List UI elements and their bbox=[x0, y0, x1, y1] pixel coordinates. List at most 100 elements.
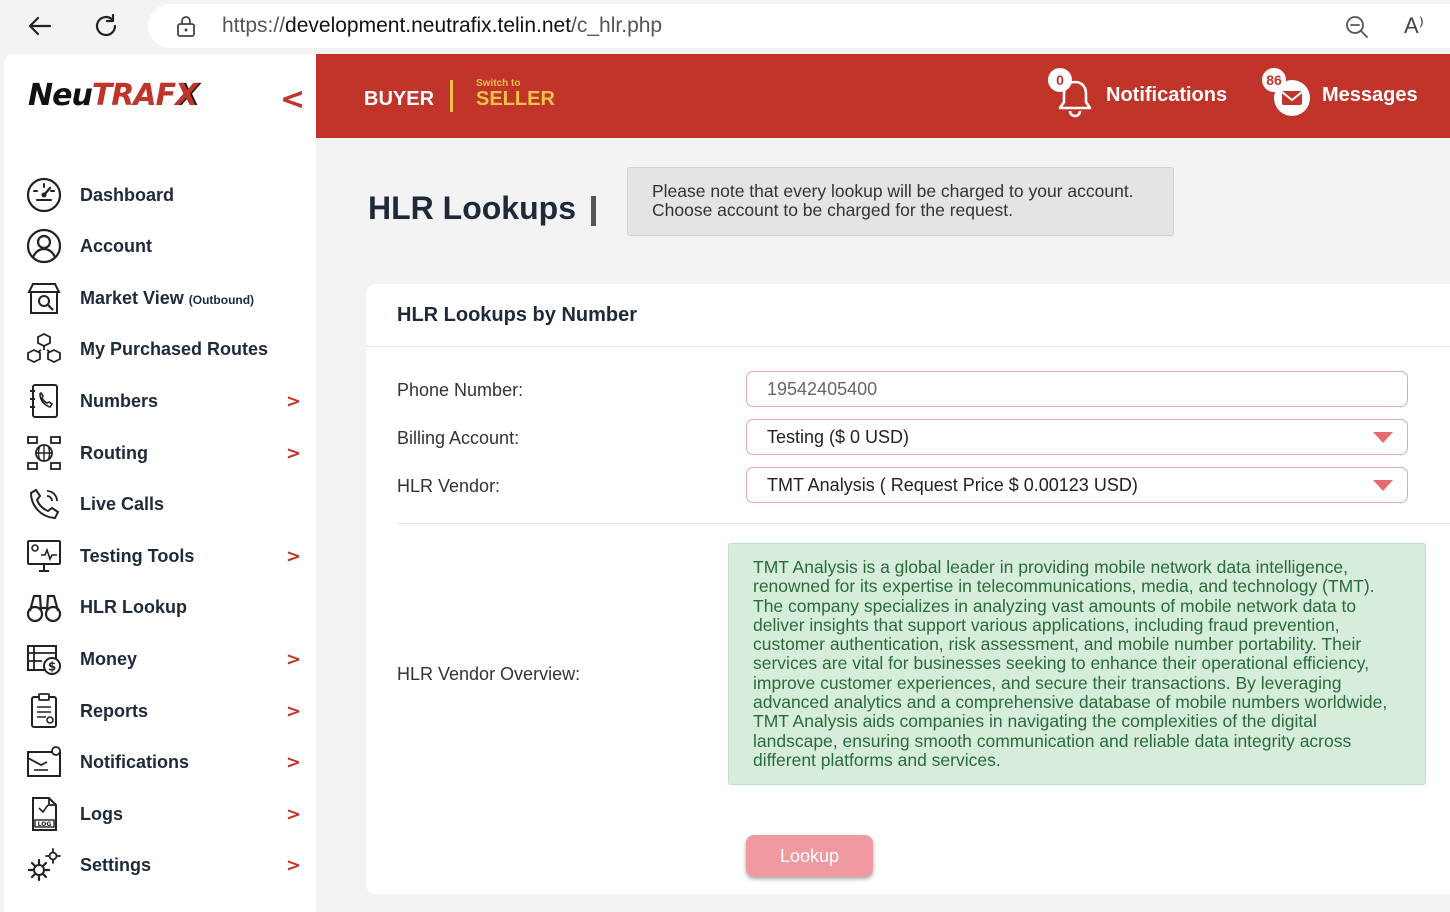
gauge-icon bbox=[24, 175, 64, 215]
form-divider bbox=[397, 523, 1450, 524]
messages-label: Messages bbox=[1322, 84, 1418, 106]
user-icon bbox=[24, 226, 64, 266]
switch-to-seller-button[interactable]: SELLER bbox=[476, 88, 555, 111]
hlr-vendor-select[interactable]: TMT Analysis ( Request Price $ 0.00123 U… bbox=[746, 467, 1408, 503]
caret-down-icon bbox=[1373, 480, 1393, 491]
hlr-vendor-overview-label: HLR Vendor Overview: bbox=[397, 664, 581, 684]
hlr-vendor-overview: TMT Analysis is a global leader in provi… bbox=[728, 543, 1426, 785]
binoculars-icon bbox=[24, 587, 64, 627]
hlr-vendor-value: TMT Analysis ( Request Price $ 0.00123 U… bbox=[767, 474, 1138, 495]
title-separator bbox=[591, 196, 596, 226]
sidebar-item-account[interactable]: Account bbox=[4, 223, 316, 269]
sidebar-item-label: HLR Lookup bbox=[80, 596, 187, 617]
reload-button[interactable] bbox=[88, 8, 124, 44]
sidebar-item-label: Settings bbox=[80, 854, 152, 875]
phone-number-placeholder: 19542405400 bbox=[767, 378, 878, 399]
sidebar-item-testing-tools[interactable]: Testing Tools > bbox=[4, 533, 316, 579]
sidebar-item-label: Testing Tools bbox=[80, 545, 195, 566]
address-bar[interactable]: https://development.neutrafix.telin.net/… bbox=[148, 4, 1450, 48]
sidebar-item-label: Dashboard bbox=[80, 184, 175, 205]
lock-icon bbox=[177, 16, 195, 37]
sidebar-item-reports[interactable]: Reports > bbox=[4, 688, 316, 734]
charge-notice: Please note that every lookup will be ch… bbox=[627, 167, 1174, 236]
hlr-vendor-label: HLR Vendor: bbox=[397, 476, 501, 496]
notifications-label: Notifications bbox=[1106, 84, 1228, 106]
sidebar-item-settings[interactable]: Settings > bbox=[4, 842, 316, 888]
mail-notification-icon bbox=[24, 742, 64, 782]
sidebar-item-label: Money bbox=[80, 648, 138, 669]
sidebar-collapse-button[interactable]: < bbox=[280, 82, 305, 117]
sidebar-item-label: Account bbox=[80, 235, 152, 256]
clipboard-icon bbox=[24, 691, 64, 731]
chevron-right-icon: > bbox=[286, 854, 302, 876]
sidebar-item-hlr-lookup[interactable]: HLR Lookup bbox=[4, 584, 316, 630]
phone-number-input[interactable]: 19542405400 bbox=[746, 371, 1408, 407]
charge-notice-line-1: Please note that every lookup will be ch… bbox=[652, 181, 1134, 201]
gears-icon bbox=[24, 845, 64, 885]
svg-text:$: $ bbox=[48, 660, 56, 674]
sidebar-item-label: Notifications bbox=[80, 751, 190, 772]
sidebar: NeuTRAFX < Dashboard Account Market View… bbox=[4, 54, 316, 912]
chevron-right-icon: > bbox=[286, 442, 302, 464]
sidebar-item-sublabel: (Outbound) bbox=[188, 292, 255, 307]
buyer-mode-label: BUYER bbox=[364, 88, 435, 110]
svg-text:LOG: LOG bbox=[38, 821, 52, 828]
logo: NeuTRAFX bbox=[28, 78, 198, 113]
reload-icon bbox=[95, 13, 117, 37]
phonebook-icon bbox=[24, 381, 64, 421]
mode-divider bbox=[450, 80, 453, 112]
sidebar-item-label: Routing bbox=[80, 442, 148, 463]
sidebar-item-logs[interactable]: LOG Logs > bbox=[4, 791, 316, 837]
sidebar-item-purchased-routes[interactable]: My Purchased Routes bbox=[4, 326, 316, 372]
messages-count-badge: 86 bbox=[1262, 68, 1286, 92]
card-divider bbox=[366, 346, 1450, 347]
storefront-icon bbox=[24, 278, 64, 318]
log-file-icon: LOG bbox=[24, 794, 64, 834]
sidebar-item-live-calls[interactable]: Live Calls bbox=[4, 481, 316, 527]
chevron-right-icon: > bbox=[286, 648, 302, 670]
chevron-right-icon: > bbox=[286, 390, 302, 412]
chevron-right-icon: > bbox=[286, 803, 302, 825]
money-icon: $ bbox=[24, 639, 64, 679]
billing-account-value: Testing ($ 0 USD) bbox=[767, 426, 910, 447]
sidebar-item-label: Logs bbox=[80, 803, 123, 824]
sidebar-item-label: Numbers bbox=[80, 390, 159, 411]
url-domain: development.neutrafix.telin.net bbox=[285, 14, 572, 37]
billing-account-select[interactable]: Testing ($ 0 USD) bbox=[746, 419, 1408, 455]
phone-call-icon bbox=[24, 484, 64, 524]
sidebar-item-dashboard[interactable]: Dashboard bbox=[4, 172, 316, 218]
notifications-count-badge: 0 bbox=[1048, 68, 1072, 92]
sidebar-item-routing[interactable]: Routing > bbox=[4, 430, 316, 476]
card-title: HLR Lookups by Number bbox=[397, 304, 638, 326]
sidebar-item-money[interactable]: $ Money > bbox=[4, 636, 316, 682]
caret-down-icon bbox=[1373, 432, 1393, 443]
monitor-pulse-icon bbox=[24, 536, 64, 576]
url-prefix: https:// bbox=[222, 14, 286, 37]
sidebar-item-label: Live Calls bbox=[80, 493, 165, 514]
phone-number-label: Phone Number: bbox=[397, 380, 524, 400]
back-button[interactable] bbox=[22, 8, 58, 44]
sidebar-item-numbers[interactable]: Numbers > bbox=[4, 378, 316, 424]
back-arrow-icon bbox=[28, 16, 52, 36]
chevron-right-icon: > bbox=[286, 751, 302, 773]
read-aloud-icon[interactable]: A⁾ bbox=[1404, 13, 1424, 39]
charge-notice-line-2: Choose account to be charged for the req… bbox=[652, 200, 1013, 220]
zoom-icon[interactable] bbox=[1344, 14, 1370, 40]
url-path: /c_hlr.php bbox=[571, 14, 663, 37]
network-globe-icon bbox=[24, 433, 64, 473]
sidebar-item-label: Reports bbox=[80, 700, 149, 721]
sidebar-item-notifications[interactable]: Notifications > bbox=[4, 739, 316, 785]
chevron-right-icon: > bbox=[286, 700, 302, 722]
lookup-button[interactable]: Lookup bbox=[746, 835, 873, 877]
sidebar-item-market-view[interactable]: Market View (Outbound) bbox=[4, 275, 316, 321]
url-text[interactable]: https://development.neutrafix.telin.net/… bbox=[222, 14, 662, 38]
sidebar-item-label: My Purchased Routes bbox=[80, 338, 269, 359]
top-header: BUYER Switch to SELLER 0 Notifications 8… bbox=[316, 54, 1450, 138]
billing-account-label: Billing Account: bbox=[397, 428, 520, 448]
cubes-icon bbox=[24, 329, 64, 369]
page-title: HLR Lookups bbox=[368, 190, 576, 226]
browser-toolbar: https://development.neutrafix.telin.net/… bbox=[0, 0, 1450, 52]
sidebar-item-label: Market View (Outbound) bbox=[80, 287, 255, 308]
chevron-right-icon: > bbox=[286, 545, 302, 567]
hlr-lookup-card: HLR Lookups by Number Phone Number: 1954… bbox=[366, 284, 1450, 894]
